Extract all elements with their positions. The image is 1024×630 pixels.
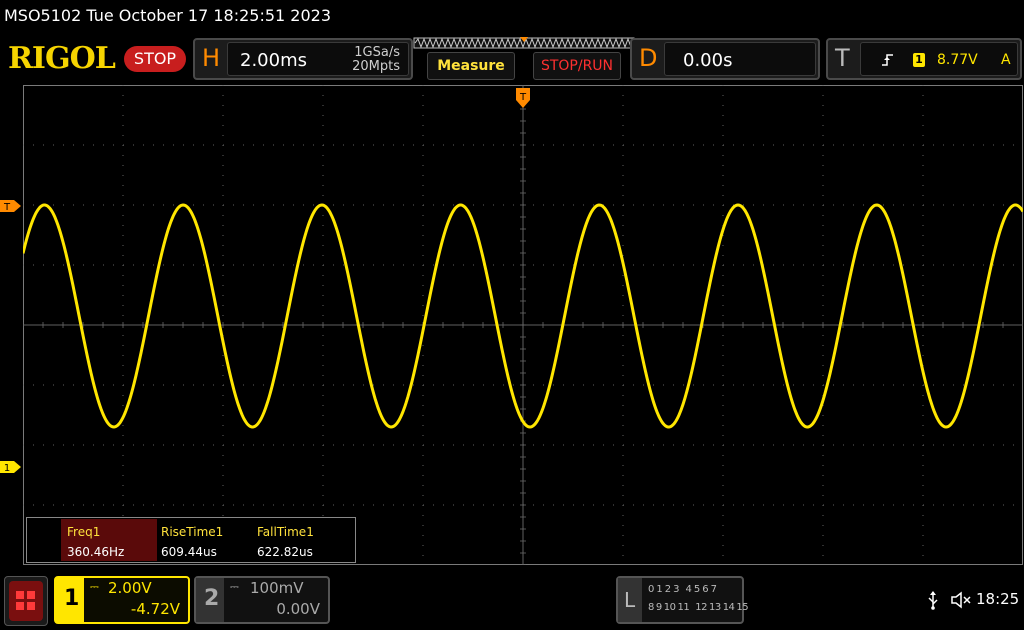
channel2-number: 2	[204, 586, 220, 611]
trigger-level: 8.77V	[937, 52, 978, 68]
stop-run-button[interactable]: STOP/RUN	[533, 52, 621, 80]
logic-channel-13: 13	[708, 602, 721, 613]
menu-grid-icon	[9, 581, 43, 621]
channel1-ground-label: 1	[4, 463, 10, 474]
logic-channel-2: 2	[664, 584, 672, 595]
logic-channel-10: 10	[663, 602, 676, 613]
rigol-logo: RIGOL	[8, 41, 116, 76]
timebase-value: 2.00ms	[240, 50, 307, 71]
horizontal-readout: 2.00ms 1GSa/s 20Mpts	[227, 42, 409, 76]
measure-button[interactable]: Measure	[427, 52, 515, 80]
channel1-number: 1	[64, 586, 80, 611]
logic-channel-1: 1	[656, 584, 663, 595]
run-state-badge[interactable]: STOP	[124, 46, 186, 72]
trigger-mode: A	[1001, 52, 1011, 68]
channel1-panel[interactable]: 1 ⎓ 2.00V -4.72V	[54, 576, 190, 624]
trigger-source-badge: 1	[913, 53, 925, 67]
sample-rate: 1GSa/s	[354, 45, 400, 60]
measurement-header-freq: Freq1	[67, 525, 101, 539]
measurement-value-freq: 360.46Hz	[67, 545, 125, 559]
logic-channel-15: 15	[736, 602, 749, 613]
trigger-position-label: T	[519, 92, 527, 103]
horizontal-panel[interactable]: H 2.00ms 1GSa/s 20Mpts	[193, 38, 413, 80]
device-title: MSO5102 Tue October 17 18:25:51 2023	[4, 6, 331, 25]
logic-channels-row2: 8 9 10 11 12 13 14 15	[648, 602, 750, 613]
bottom-bar: 1 ⎓ 2.00V -4.72V 2 ⎓ 100mV 0.00V L 01234…	[0, 570, 1024, 630]
delay-readout: 0.00s	[664, 42, 816, 76]
channel1-scale: 2.00V	[108, 579, 152, 597]
trigger-panel[interactable]: T 1 8.77V A	[826, 38, 1022, 80]
logic-channel-11: 11	[677, 602, 690, 613]
logic-channel-14: 14	[722, 602, 735, 613]
clock-time: 18:25	[976, 590, 1020, 608]
logic-channels-row1: 01234567	[648, 584, 719, 595]
measurement-value-fall: 622.82us	[257, 545, 313, 559]
dc-coupling-icon: ⎓	[90, 580, 99, 593]
trigger-position-marker[interactable]: T	[515, 87, 531, 111]
channel2-panel[interactable]: 2 ⎓ 100mV 0.00V	[194, 576, 330, 624]
memory-depth: 20Mpts	[352, 59, 400, 74]
measurement-panel[interactable]: Freq1 RiseTime1 FallTime1 360.46Hz 609.4…	[26, 517, 356, 563]
channel1-offset: -4.72V	[130, 600, 180, 618]
graticule-grid	[23, 85, 1023, 565]
usb-icon	[928, 591, 938, 610]
measurement-value-rise: 609.44us	[161, 545, 217, 559]
waveform-display[interactable]	[23, 85, 1023, 565]
delay-value: 0.00s	[683, 50, 733, 71]
logic-channel-3: 3	[673, 584, 680, 595]
speaker-muted-icon[interactable]	[950, 590, 972, 610]
memory-position-bar[interactable]	[413, 36, 635, 50]
logic-letter: L	[624, 588, 636, 612]
channel1-ground-marker[interactable]: 1	[0, 460, 22, 474]
logic-panel[interactable]: L 01234567 8 9 10 11 12 13 14 15	[616, 576, 749, 624]
logic-channel-7: 7	[710, 584, 717, 595]
logic-channel-4: 4	[685, 584, 692, 595]
dc-coupling-icon: ⎓	[230, 580, 239, 593]
logic-channel-5: 5	[693, 584, 701, 595]
logic-channel-0: 0	[648, 584, 655, 595]
logic-channel-6: 6	[702, 584, 709, 595]
logic-channel-9: 9	[655, 602, 662, 613]
logic-channel-12: 12	[695, 602, 707, 613]
rising-edge-icon	[882, 54, 893, 66]
measurement-header-rise: RiseTime1	[161, 525, 224, 539]
delay-panel[interactable]: D 0.00s	[630, 38, 820, 80]
trigger-readout: 1 8.77V A	[860, 42, 1018, 76]
delay-letter: D	[639, 44, 658, 72]
channel2-scale: 100mV	[250, 579, 304, 597]
trigger-letter: T	[835, 44, 850, 72]
menu-grid-button[interactable]	[4, 576, 48, 626]
trigger-level-marker[interactable]: T	[0, 199, 22, 213]
horizontal-letter: H	[202, 44, 221, 72]
trigger-level-label: T	[3, 202, 11, 213]
logic-channel-8: 8	[648, 602, 654, 613]
channel2-offset: 0.00V	[276, 600, 320, 618]
sample-info: 1GSa/s 20Mpts	[320, 46, 400, 74]
measurement-header-fall: FallTime1	[257, 525, 314, 539]
